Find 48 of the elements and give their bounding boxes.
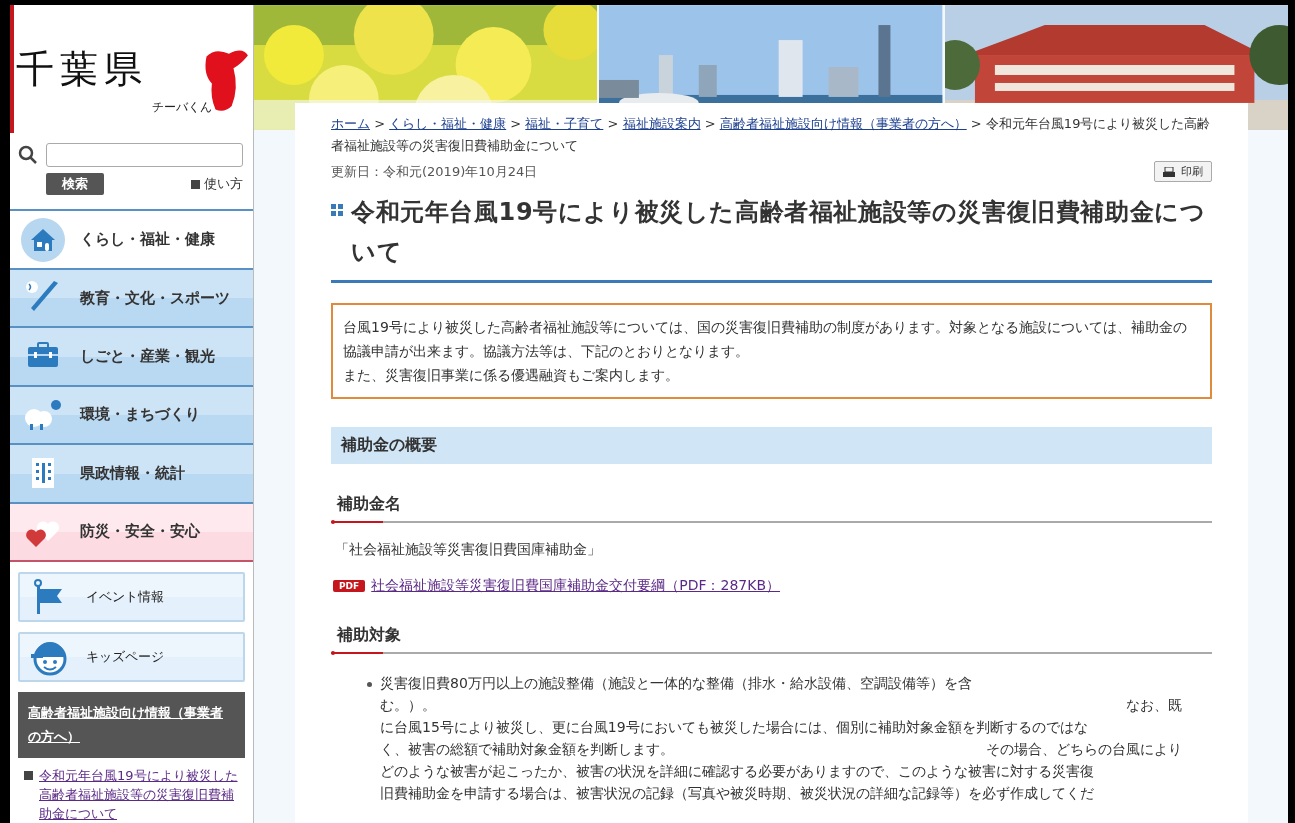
breadcrumb-link[interactable]: ホーム — [331, 116, 370, 131]
list-text: 災害復旧費80万円以上の施設整備（施設と一体的な整備（排水・給水設備、空調設備等）を含 — [380, 674, 972, 693]
body-text: 「社会福祉施設等災害復旧費国庫補助金」 — [335, 541, 602, 559]
bullet-icon — [24, 770, 33, 780]
page-title: 令和元年台風19号により被災した高齢者福祉施設等の災害復旧費補助金について — [351, 197, 1207, 268]
category-menu-item[interactable]: 環境・まちづくり — [10, 384, 253, 444]
heading-accent-mark — [331, 651, 383, 655]
printer-icon — [1163, 166, 1175, 177]
heading-accent-mark — [331, 520, 383, 524]
intro-paragraph: また、災害復旧事業に係る優遇融資もご案内します。 — [343, 366, 680, 385]
related-heading-link[interactable]: 高齢者福祉施設向け情報（事業者の方へ） — [28, 700, 235, 749]
site-title: 千葉県 — [15, 45, 148, 93]
breadcrumb-link[interactable]: くらし・福祉・健康 — [389, 116, 507, 131]
list-text: む。）。 — [380, 696, 436, 715]
help-link[interactable]: 使い方 — [191, 175, 243, 194]
category-menu-item[interactable]: 県政情報・統計 — [10, 443, 253, 502]
heading-mark-icon — [331, 204, 343, 216]
search-icon — [18, 145, 38, 166]
breadcrumb-link[interactable]: 高齢者福祉施設向け情報（事業者の方へ） — [719, 116, 967, 131]
search-button[interactable]: 検索 — [46, 173, 104, 196]
list-text: 旧費補助金を申請する場合は、被害状況の記録（写真や被災時期、被災状況の詳細な記録等）を必ず作成してくだ — [380, 784, 1094, 803]
house-icon — [20, 216, 66, 263]
breadcrumb: ホーム > くらし・福祉・健康 > 福祉・子育て > 福祉施設案内 > 高齢者福祉施設向け情報（事業者の方へ） > 令和元年台風19号により被災した高齢者福祉施設等の災害復旧費補助金について — [331, 115, 1212, 155]
list-text: く、被害の総額で補助対象金額を判断します。 — [380, 740, 674, 759]
updated-date: 更新日：令和元(2019)年10月24日 — [331, 162, 538, 181]
pdf-badge: PDF — [333, 580, 366, 592]
subsection-heading: 補助金名 — [331, 494, 1212, 523]
category-menu-item[interactable]: しごと・産業・観光 — [10, 326, 253, 385]
search-field[interactable] — [46, 143, 243, 168]
bullet-icon — [191, 179, 200, 189]
list-text: に台風15号により被災し、更に台風19号においても被災した場合には、個別に補助対象金額を判断するのではな — [380, 718, 1088, 737]
category-menu-item[interactable]: 防災・安全・安心 — [10, 501, 253, 562]
intro-paragraph: 台風19号により被災した高齢者福祉施設等については、国の災害復旧費補助の制度があります。対象となる施設については、補助金の協議申請が出来ます。協議方法等は、下記のとおりとなります。 — [343, 318, 1188, 361]
related-link[interactable]: 令和元年台風19号により被災した高齢者福祉施設等の災害復旧費補助金について — [39, 765, 243, 823]
pdf-link[interactable]: 社会福祉施設等災害復旧費国庫補助金交付要綱（PDF：287KB） — [371, 577, 780, 595]
list-text: なお、既 — [1126, 696, 1182, 715]
breadcrumb-link[interactable]: 福祉施設案内 — [622, 116, 701, 131]
section-heading: 補助金の概要 — [331, 427, 1212, 464]
category-menu-item[interactable]: 教育・文化・スポーツ — [10, 267, 253, 327]
quick-link-button[interactable]: キッズページ — [18, 631, 245, 682]
list-text: どのような被害が起こったか、被害の状況を詳細に確認する必要がありますので、このような被害に対する災害復 — [380, 762, 1094, 781]
list-text: その場合、どちらの台風により — [986, 740, 1182, 759]
subsection-heading: 補助対象 — [331, 625, 1212, 654]
quick-link-button[interactable]: イベント情報 — [18, 571, 245, 622]
print-button[interactable]: 印刷 — [1154, 161, 1212, 182]
bullet-icon — [367, 682, 372, 687]
breadcrumb-link[interactable]: 福祉・子育て — [525, 116, 604, 131]
mascot-caption: チーバくん — [151, 98, 212, 116]
